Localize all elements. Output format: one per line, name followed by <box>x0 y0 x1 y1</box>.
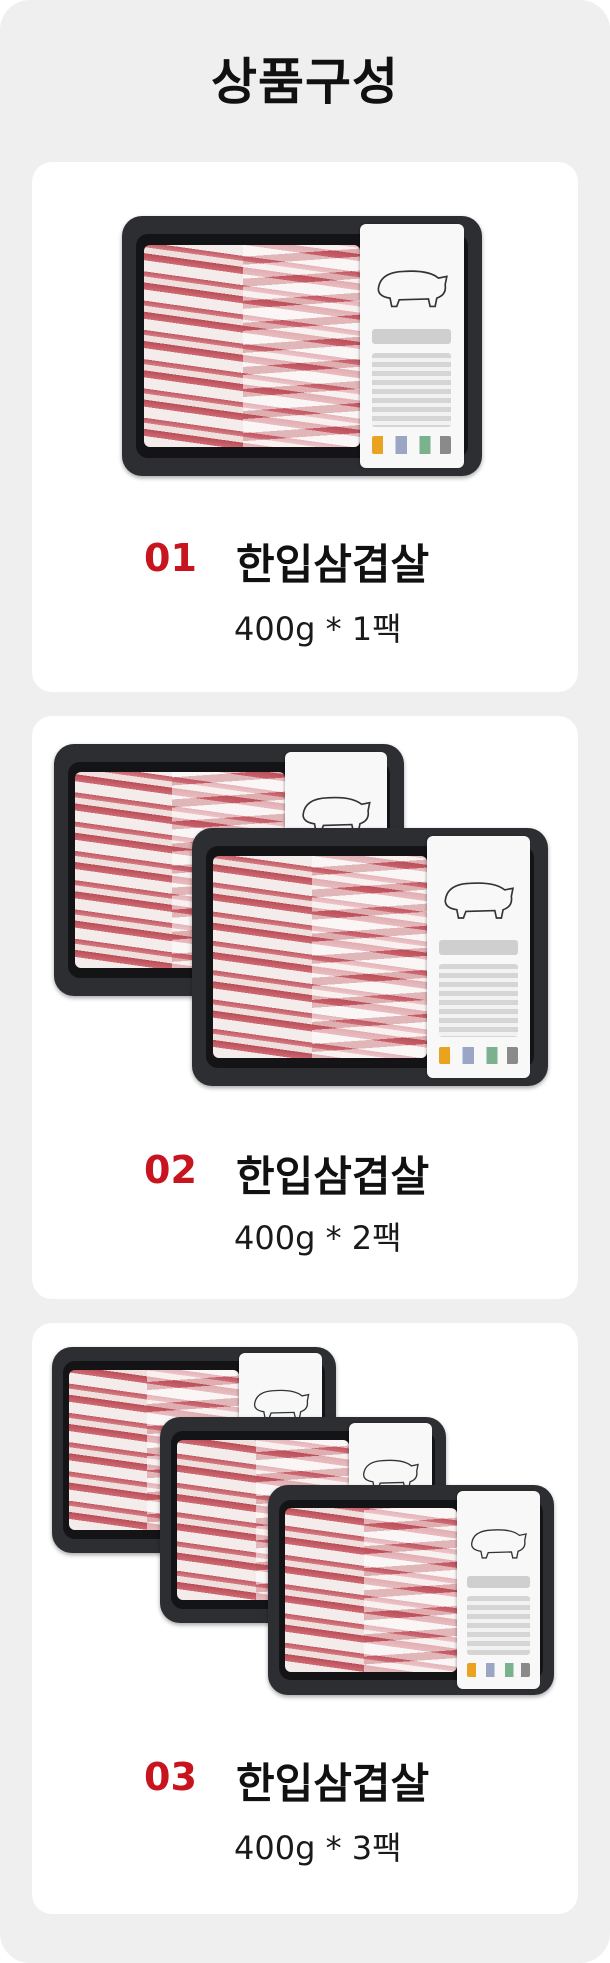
product-name: 한입삼겹살 <box>236 1152 430 1201</box>
pork-belly-pack-icon <box>192 828 548 1086</box>
product-composition-panel: 상품구성 01 한입삼겹살 400g * 1팩 02 한입삼겹살 400g * … <box>0 0 610 1963</box>
page-title: 상품구성 <box>211 53 399 111</box>
pig-icon <box>444 882 515 919</box>
pig-icon <box>377 270 448 308</box>
product-number: 01 <box>144 536 197 580</box>
product-quantity: 400g * 2팩 <box>234 1219 402 1257</box>
product-name: 한입삼겹살 <box>236 540 430 589</box>
product-card-1: 01 한입삼겹살 400g * 1팩 <box>32 162 578 692</box>
pork-belly-pack-icon <box>268 1485 554 1695</box>
pork-belly-pack-icon <box>122 216 482 476</box>
product-card-3: 03 한입삼겹살 400g * 3팩 <box>32 1323 578 1914</box>
pig-icon <box>471 1529 527 1559</box>
product-quantity: 400g * 3팩 <box>234 1829 402 1867</box>
product-number: 03 <box>144 1755 197 1799</box>
product-number: 02 <box>144 1148 197 1192</box>
product-name: 한입삼겹살 <box>236 1759 430 1808</box>
product-card-2: 02 한입삼겹살 400g * 2팩 <box>32 716 578 1299</box>
product-quantity: 400g * 1팩 <box>234 610 402 648</box>
